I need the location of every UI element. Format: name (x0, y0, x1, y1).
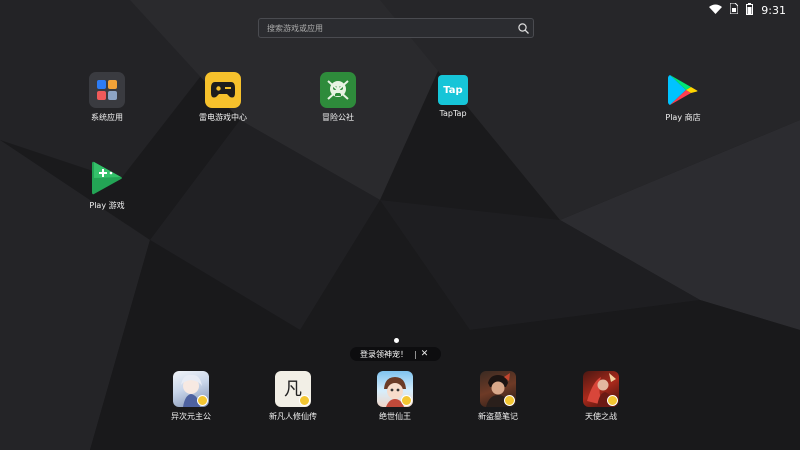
game-tianshi-icon[interactable] (583, 371, 619, 407)
promo-text[interactable]: 登录领神宠！ (360, 349, 408, 360)
search-bar[interactable] (258, 18, 534, 38)
app-label: TapTap (439, 109, 467, 118)
game-label: 异次元主公 (171, 412, 211, 421)
game-label: 新盗墓笔记 (478, 412, 518, 421)
game-daomu[interactable]: 新盗墓笔记 (453, 371, 543, 422)
app-label: Play 商店 (665, 113, 701, 122)
game-tianshi[interactable]: 天使之战 (556, 371, 646, 422)
game-jueshi[interactable]: 绝世仙王 (350, 371, 440, 422)
app-label: Play 游戏 (89, 201, 125, 210)
app-leidian-game-center[interactable]: 雷电游戏中心 (178, 72, 268, 123)
app-system-apps[interactable]: 系统应用 (62, 72, 152, 123)
game-yiciyuan-icon[interactable] (173, 371, 209, 407)
game-jueshi-icon[interactable] (377, 371, 413, 407)
taptap-icon[interactable]: Tap (438, 75, 468, 105)
app-label: 系统应用 (91, 113, 123, 122)
play-games-icon[interactable] (89, 160, 125, 196)
app-label: 雷电游戏中心 (199, 113, 247, 122)
app-label: 冒险公社 (322, 113, 354, 122)
app-adventure-society[interactable]: 冒险公社 (293, 72, 383, 123)
search-icon[interactable] (513, 22, 533, 34)
game-label: 新凡人修仙传 (269, 412, 317, 421)
game-xinfanren-icon[interactable]: 凡 (275, 371, 311, 407)
sim-icon (729, 2, 739, 17)
app-taptap[interactable]: Tap TapTap (408, 72, 498, 118)
game-yiciyuan[interactable]: 异次元主公 (146, 371, 236, 422)
promo-banner[interactable]: 登录领神宠！ | ✕ (350, 347, 441, 361)
search-input[interactable] (259, 22, 513, 34)
game-label: 天使之战 (585, 412, 617, 421)
game-daomu-icon[interactable] (480, 371, 516, 407)
promo-divider: | (414, 349, 417, 359)
badge-icon (401, 395, 412, 406)
game-xinfanren[interactable]: 凡 新凡人修仙传 (248, 371, 338, 422)
game-label: 绝世仙王 (379, 412, 411, 421)
play-store-icon[interactable] (665, 72, 701, 108)
badge-icon (299, 395, 310, 406)
leidian-game-center-icon[interactable] (205, 72, 241, 108)
system-apps-folder-icon[interactable] (89, 72, 125, 108)
wifi-icon (709, 4, 723, 17)
app-play-store[interactable]: Play 商店 (638, 72, 728, 123)
page-indicator-dot (394, 338, 399, 343)
status-bar: 9:31 (709, 0, 800, 20)
badge-icon (504, 395, 515, 406)
taptap-logo-text: Tap (443, 84, 463, 96)
adventure-society-icon[interactable] (320, 72, 356, 108)
battery-icon (746, 2, 754, 18)
clock: 9:31 (761, 3, 786, 17)
app-play-games[interactable]: Play 游戏 (62, 160, 152, 211)
close-icon[interactable]: ✕ (421, 349, 429, 359)
badge-icon (607, 395, 618, 406)
badge-icon (197, 395, 208, 406)
